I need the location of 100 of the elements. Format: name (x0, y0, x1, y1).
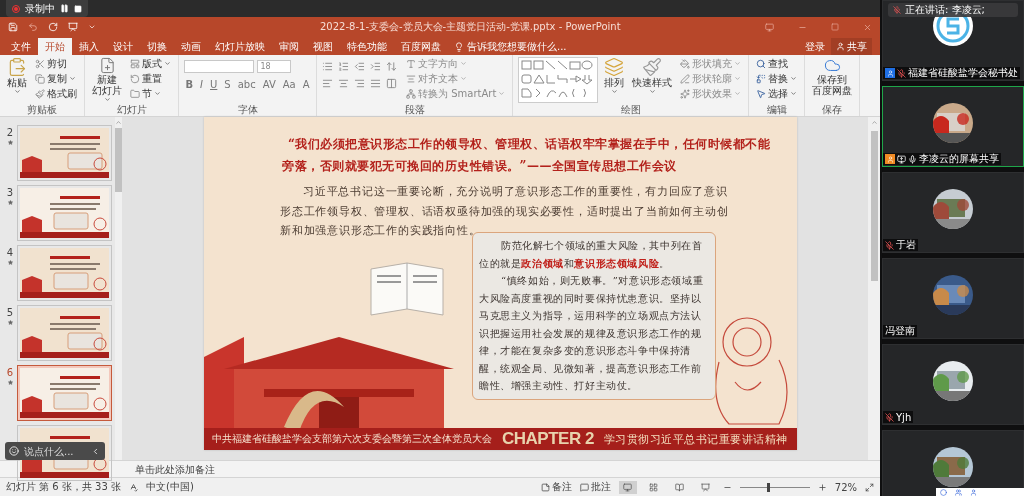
format-button[interactable]: AV (261, 79, 277, 90)
indent-icon[interactable] (370, 61, 381, 72)
view-button[interactable] (618, 480, 637, 494)
numbering-icon[interactable] (338, 61, 349, 72)
ribbon-button[interactable]: 保存到 百度网盘 (810, 57, 855, 96)
scroll-thumb[interactable] (115, 128, 122, 192)
ribbon-display-icon[interactable] (765, 22, 774, 32)
ribbon-button[interactable]: 对齐文本 (404, 72, 508, 85)
ribbon-tab[interactable]: 百度网盘 (394, 38, 448, 55)
shapes-gallery[interactable] (518, 57, 599, 103)
format-button[interactable]: abc (236, 79, 257, 90)
notes-button[interactable]: 备注 (540, 480, 572, 494)
ribbon-button[interactable]: 复制 (33, 72, 79, 85)
ribbon-button[interactable]: 快速样式 (630, 57, 675, 95)
align-center-icon[interactable] (338, 78, 349, 89)
ribbon-tab[interactable]: 切换 (140, 38, 174, 55)
fit-icon[interactable] (865, 482, 874, 492)
ribbon-tab[interactable]: 文件 (4, 38, 38, 55)
mic-off-icon (893, 6, 901, 14)
stop-icon[interactable] (74, 4, 82, 13)
zoom-in-icon[interactable] (817, 482, 827, 492)
pause-icon[interactable] (60, 4, 69, 13)
user-icon[interactable] (970, 488, 977, 496)
scroll-up-icon[interactable] (870, 119, 878, 126)
ribbon-tab[interactable]: 特色功能 (340, 38, 394, 55)
ribbon-button[interactable]: 重置 (128, 72, 173, 85)
line-spacing-icon[interactable] (386, 61, 397, 72)
users-icon[interactable] (955, 488, 962, 496)
format-button[interactable]: U (209, 79, 219, 90)
comments-button[interactable]: 批注 (579, 480, 611, 494)
pen-icon (680, 73, 691, 84)
spellcheck-icon[interactable] (129, 482, 138, 492)
video-tile[interactable]: 冯登南 (882, 258, 1024, 339)
ribbon-tab[interactable]: 开始 (38, 38, 72, 55)
sign-in-link[interactable]: 登录 (805, 39, 825, 54)
video-tile[interactable]: 李凌云的屏幕共享 (882, 86, 1024, 167)
ribbon-button[interactable]: 替换 (754, 72, 800, 85)
bullets-icon[interactable] (322, 61, 333, 72)
ribbon-button[interactable]: 版式 (128, 57, 173, 70)
caret-icon[interactable] (88, 23, 96, 31)
ribbon-button[interactable]: 节 (128, 87, 173, 100)
outdent-icon[interactable] (354, 61, 365, 72)
ribbon-button[interactable]: 文字方向 (404, 57, 508, 70)
slide-number: 5 (6, 307, 14, 318)
format-button[interactable]: I (199, 79, 204, 90)
ribbon-button[interactable]: 转换为 SmartArt (404, 87, 508, 100)
close-icon[interactable] (863, 22, 872, 32)
justify-icon[interactable] (370, 78, 381, 89)
save-icon[interactable] (8, 22, 18, 32)
video-tile[interactable]: Yjh (882, 344, 1024, 425)
star-icon (7, 140, 13, 145)
grid-view-icon (649, 482, 659, 492)
circle-icon[interactable] (940, 488, 947, 496)
ribbon-tab[interactable]: 视图 (306, 38, 340, 55)
slide-number: 6 (6, 367, 14, 378)
zoom-thumb[interactable] (766, 482, 770, 492)
ribbon-button[interactable]: 排列 (602, 57, 627, 95)
video-tile[interactable]: 于岩 (882, 172, 1024, 253)
format-button[interactable]: Aa (281, 79, 297, 90)
maximize-icon[interactable] (831, 23, 839, 31)
format-button[interactable]: A (301, 79, 311, 90)
ribbon-button[interactable]: 格式刷 (33, 87, 79, 100)
ribbon-button[interactable]: 新建 幻灯片 (90, 57, 124, 103)
font-size-field[interactable]: 18 (257, 60, 292, 73)
ribbon-button[interactable]: 形状填充 (678, 57, 744, 70)
comment-icon (579, 482, 589, 492)
ribbon-button[interactable]: 形状效果 (678, 87, 744, 100)
ribbon-tab[interactable]: 幻灯片放映 (208, 38, 272, 55)
ribbon-button[interactable]: 形状轮廓 (678, 72, 744, 85)
scroll-up-icon[interactable] (115, 119, 122, 126)
align-left-icon[interactable] (322, 78, 333, 89)
columns-icon[interactable] (386, 78, 397, 89)
share-button[interactable]: 共享 (831, 37, 872, 56)
font-name-field[interactable] (184, 60, 255, 73)
language-label[interactable]: 中文(中国) (146, 480, 194, 494)
tell-me-field[interactable]: 告诉我您想要做什么... (467, 39, 567, 54)
layout-icon (130, 58, 140, 69)
caret-icon (13, 88, 21, 95)
text-direction-icon (406, 58, 416, 69)
align-right-icon[interactable] (354, 78, 365, 89)
scroll-thumb[interactable] (870, 131, 878, 281)
ribbon-button[interactable]: 选择 (754, 87, 800, 100)
undo-icon[interactable] (28, 22, 38, 32)
redo-icon[interactable] (48, 22, 58, 32)
format-button[interactable]: S (223, 79, 232, 90)
ribbon-tab[interactable]: 插入 (72, 38, 106, 55)
caret-icon (460, 75, 467, 82)
video-tile[interactable] (882, 430, 1024, 496)
ribbon-tab[interactable]: 设计 (106, 38, 140, 55)
ribbon-tab[interactable]: 动画 (174, 38, 208, 55)
format-button[interactable]: B (184, 79, 195, 90)
notes-field[interactable]: 单击此处添加备注 (133, 462, 333, 476)
ribbon-button[interactable]: 粘贴 (5, 57, 29, 95)
lightbulb-icon (454, 41, 464, 52)
ribbon-button[interactable]: 剪切 (33, 57, 79, 70)
present-icon[interactable] (68, 22, 78, 32)
ribbon-button[interactable]: 查找 (754, 57, 800, 70)
ribbon-tab[interactable]: 审阅 (272, 38, 306, 55)
cursor-icon (756, 88, 767, 99)
star-icon (7, 260, 13, 265)
